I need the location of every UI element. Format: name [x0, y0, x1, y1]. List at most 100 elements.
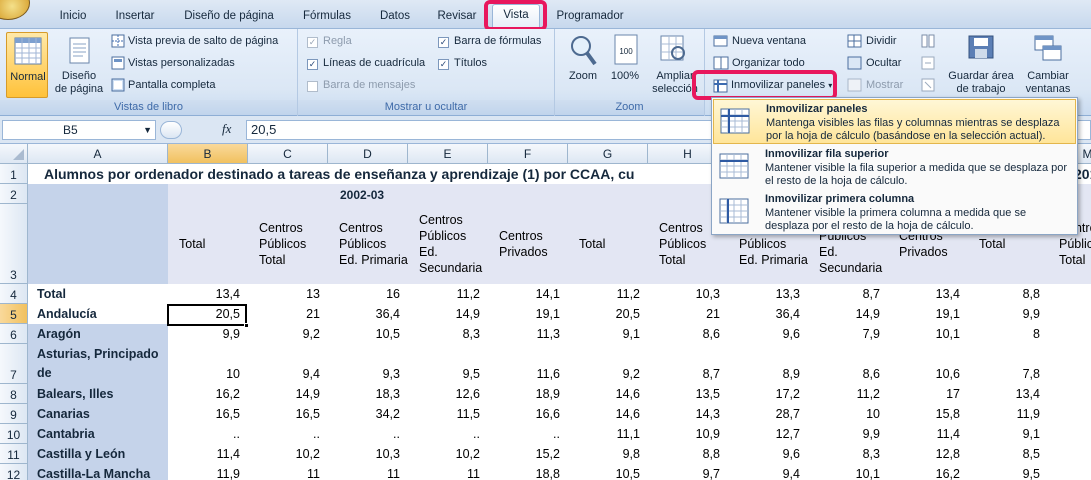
formula-bar-toggle[interactable]	[160, 121, 182, 139]
column-header-a[interactable]: A	[28, 144, 168, 164]
table-cell[interactable]: 11,2	[568, 285, 648, 304]
formula-bar-checkbox[interactable]: ✓	[438, 37, 449, 48]
new-window-button[interactable]: Nueva ventana	[732, 35, 806, 47]
table-cell[interactable]: 14,6	[568, 385, 648, 404]
row-label[interactable]: Total	[37, 284, 165, 304]
table-cell[interactable]: 18,9	[488, 385, 568, 404]
freeze-panes-button[interactable]: Inmovilizar paneles ▾	[731, 79, 832, 91]
table-cell[interactable]: 19,1	[488, 305, 568, 324]
tab-vista[interactable]: Vista	[492, 4, 540, 30]
table-cell[interactable]: 17	[888, 385, 968, 404]
split-button[interactable]: Dividir	[866, 35, 897, 47]
table-cell[interactable]: 16,2	[168, 385, 248, 404]
table-cell[interactable]: 9,9	[168, 325, 248, 344]
row-header-12[interactable]: 12	[0, 464, 28, 480]
table-cell[interactable]: 13,4	[888, 285, 968, 304]
reset-window-position-icon[interactable]	[921, 78, 935, 92]
table-cell[interactable]: 14,9	[808, 305, 888, 324]
table-cell[interactable]: 9,4	[728, 465, 808, 480]
table-cell[interactable]: 8,8	[648, 445, 728, 464]
table-cell[interactable]: 8,8	[968, 285, 1048, 304]
tab-datos[interactable]: Datos	[372, 7, 418, 29]
row-header-7[interactable]: 7	[0, 344, 28, 384]
regla-checkbox[interactable]: ✓	[307, 37, 318, 48]
table-cell[interactable]: 9,3	[328, 365, 408, 384]
table-cell[interactable]: 16,5	[248, 405, 328, 424]
table-cell[interactable]: 10,1	[888, 325, 968, 344]
table-cell[interactable]: 18,8	[488, 465, 568, 480]
table-cell[interactable]: 15,2	[488, 445, 568, 464]
table-cell[interactable]: 9,5	[408, 365, 488, 384]
table-cell[interactable]: 16	[328, 285, 408, 304]
table-cell[interactable]: ..	[248, 425, 328, 444]
table-cell[interactable]: 28,7	[728, 405, 808, 424]
table-cell[interactable]: 9,5	[968, 465, 1048, 480]
table-cell[interactable]: 11	[248, 465, 328, 480]
table-cell[interactable]: 18,3	[328, 385, 408, 404]
table-cell[interactable]: 14,1	[488, 285, 568, 304]
table-cell[interactable]: 10,6	[888, 365, 968, 384]
table-cell[interactable]: 8,5	[968, 445, 1048, 464]
table-cell[interactable]: 36,4	[328, 305, 408, 324]
row-header-3[interactable]: 3	[0, 204, 28, 284]
normal-view-button[interactable]: Normal	[6, 32, 48, 98]
column-header-g[interactable]: G	[568, 144, 648, 164]
table-cell[interactable]: 9,2	[568, 365, 648, 384]
row-label[interactable]: Cantabria	[37, 424, 165, 444]
table-cell[interactable]: 10,3	[328, 445, 408, 464]
tab-inicio[interactable]: Inicio	[52, 7, 94, 29]
name-box[interactable]: B5 ▼	[2, 120, 156, 140]
table-cell[interactable]: 8	[968, 325, 1048, 344]
row-header-5[interactable]: 5	[0, 304, 28, 324]
row-label[interactable]: Castilla-La Mancha	[37, 464, 165, 480]
table-cell[interactable]: ..	[328, 425, 408, 444]
table-cell[interactable]: 11,2	[408, 285, 488, 304]
hide-window-button[interactable]: Ocultar	[866, 57, 901, 69]
full-screen-button[interactable]: Pantalla completa	[128, 79, 215, 91]
table-cell[interactable]: 20,5	[568, 305, 648, 324]
row-label[interactable]: Andalucía	[37, 304, 165, 324]
table-cell[interactable]: 14,9	[408, 305, 488, 324]
fill-handle[interactable]	[244, 323, 249, 328]
table-cell[interactable]: 10,2	[248, 445, 328, 464]
table-cell[interactable]: 9,7	[648, 465, 728, 480]
page-break-preview-button[interactable]: Vista previa de salto de página	[128, 35, 278, 47]
table-cell[interactable]: 11,2	[808, 385, 888, 404]
save-workspace-button[interactable]: Guardar área de trabajo	[945, 32, 1017, 98]
table-cell[interactable]: 9,6	[728, 325, 808, 344]
table-cell[interactable]: 14,6	[568, 405, 648, 424]
row-header-6[interactable]: 6	[0, 324, 28, 344]
table-cell[interactable]: 21	[248, 305, 328, 324]
table-cell[interactable]: 8,6	[648, 325, 728, 344]
row-header-8[interactable]: 8	[0, 384, 28, 404]
table-cell[interactable]: 9,6	[728, 445, 808, 464]
zoom-to-selection-button[interactable]: Ampliar selección	[647, 32, 703, 98]
column-header-f[interactable]: F	[488, 144, 568, 164]
table-cell[interactable]: 12,8	[888, 445, 968, 464]
row-label[interactable]: Asturias, Principado de	[37, 344, 165, 384]
table-cell[interactable]: 8,3	[808, 445, 888, 464]
table-cell[interactable]: 17,2	[728, 385, 808, 404]
table-cell[interactable]: 9,2	[248, 325, 328, 344]
zoom-button[interactable]: Zoom	[561, 32, 605, 98]
row-header-4[interactable]: 4	[0, 284, 28, 304]
table-cell[interactable]: 9,1	[568, 325, 648, 344]
tab-revisar[interactable]: Revisar	[430, 7, 484, 29]
table-cell[interactable]: 11	[328, 465, 408, 480]
table-cell[interactable]: 13,3	[728, 285, 808, 304]
tab-insertar[interactable]: Insertar	[106, 7, 164, 29]
table-cell[interactable]: 11,3	[488, 325, 568, 344]
row-label[interactable]: Castilla y León	[37, 444, 165, 464]
table-cell[interactable]: 7,8	[968, 365, 1048, 384]
table-cell[interactable]: 9,9	[968, 305, 1048, 324]
table-cell[interactable]: 11,4	[888, 425, 968, 444]
zoom-100-button[interactable]: 100 100%	[605, 32, 645, 98]
table-cell[interactable]: 8,7	[648, 365, 728, 384]
table-cell[interactable]: 34,2	[328, 405, 408, 424]
table-cell[interactable]: 19,1	[888, 305, 968, 324]
message-bar-checkbox[interactable]	[307, 81, 318, 92]
table-cell[interactable]: 10,5	[328, 325, 408, 344]
table-cell[interactable]: 9,9	[808, 425, 888, 444]
table-cell[interactable]: 16,5	[168, 405, 248, 424]
table-cell[interactable]: 9,8	[568, 445, 648, 464]
